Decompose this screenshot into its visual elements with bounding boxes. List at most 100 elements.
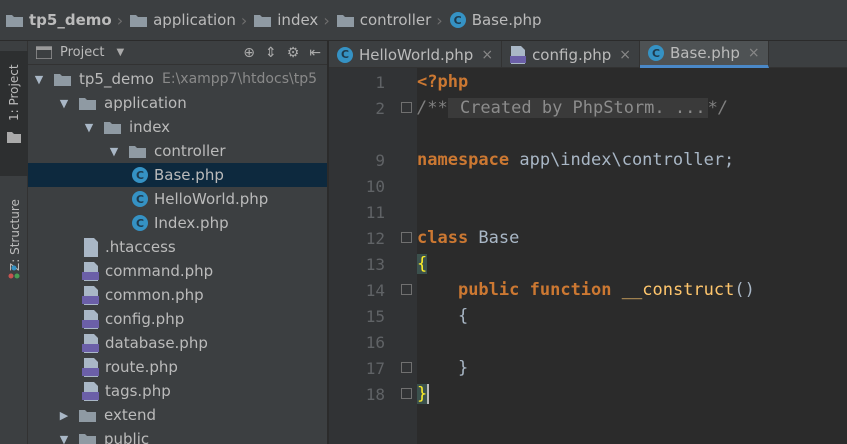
hide-panel-icon[interactable]: ⇤ [309, 45, 321, 61]
fold-collapse-icon[interactable] [401, 284, 412, 295]
tree-item[interactable]: C Index.php [28, 211, 327, 235]
code-editor[interactable]: <?php /** Created by PhpStorm. ... */ nam… [417, 68, 847, 444]
fold-end-icon[interactable] [401, 388, 412, 399]
php-class-icon: C [132, 215, 148, 231]
tree-item-label: HelloWorld.php [154, 190, 269, 208]
project-panel-header: Project ▼ ⊕ ⇕ ⚙ ⇤ [28, 41, 327, 65]
method-params: () [734, 280, 755, 300]
php-file-icon [510, 45, 527, 64]
doc-comment-open: /** [417, 98, 448, 118]
tree-item[interactable]: tags.php [28, 379, 327, 403]
namespace-keyword: namespace [417, 150, 510, 170]
tree-item-label: config.php [105, 310, 185, 328]
folder-icon [79, 97, 96, 110]
close-icon[interactable]: × [481, 47, 493, 63]
tree-item-label: controller [154, 142, 226, 160]
folder-icon [104, 121, 121, 134]
code-line-9: namespace app\index\controller; [417, 147, 734, 173]
line-number: 18 [365, 385, 385, 404]
breadcrumb-label: tp5_demo [29, 11, 112, 29]
php-class-icon: C [337, 46, 353, 63]
doc-comment-close: */ [707, 98, 729, 118]
tree-item-label: application [104, 94, 187, 112]
code-line-12: class Base [417, 225, 519, 251]
php-file-icon [82, 285, 99, 305]
class-keyword: class [417, 228, 469, 248]
breadcrumb-item-controller[interactable]: controller › [336, 0, 450, 41]
line-number: 2 [375, 99, 385, 118]
editor-tab-base[interactable]: C Base.php × [640, 41, 769, 68]
tree-item[interactable]: ▼ index [28, 115, 327, 139]
tab-label: Base.php [670, 44, 740, 62]
breadcrumb-item-project[interactable]: tp5_demo › [6, 0, 130, 41]
close-icon[interactable]: × [748, 45, 760, 61]
function-keyword: function [529, 280, 612, 300]
fold-expand-icon[interactable] [401, 102, 412, 113]
tree-item[interactable]: command.php [28, 259, 327, 283]
tree-item-label: .htaccess [105, 238, 176, 256]
breadcrumb-item-application[interactable]: application › [130, 0, 254, 41]
editor-gutter[interactable]: 1 2 9 10 11 12 13 14 15 16 17 18 [329, 68, 417, 444]
tool-tab-project[interactable]: 1: Project [0, 51, 28, 176]
tree-item[interactable]: ▼ tp5_demo E:\xampp7\htdocs\tp5 [28, 67, 327, 91]
class-name: Base [468, 228, 520, 248]
editor-tab-config[interactable]: config.php × [502, 41, 641, 68]
gear-icon[interactable]: ⚙ [287, 45, 300, 61]
fold-collapse-icon[interactable] [401, 232, 412, 243]
tree-item[interactable]: config.php [28, 307, 327, 331]
line-number: 16 [365, 333, 385, 352]
line-number: 13 [365, 255, 385, 274]
php-class-icon: C [132, 167, 148, 183]
line-number: 14 [365, 281, 385, 300]
php-class-icon: C [648, 45, 665, 61]
locate-icon[interactable]: ⊕ [243, 45, 255, 61]
breadcrumb-label: application [153, 11, 236, 29]
tool-tab-structure[interactable]: Z: Structure [0, 171, 28, 279]
folded-comment[interactable]: Created by PhpStorm. ... [447, 98, 708, 118]
breadcrumb-item-index[interactable]: index › [254, 0, 336, 41]
tree-item[interactable]: ▼ controller [28, 139, 327, 163]
line-number: 1 [375, 73, 385, 92]
method-name: __construct [621, 280, 735, 300]
expand-arrow-icon[interactable]: ▼ [32, 73, 46, 86]
folder-icon [7, 132, 21, 143]
chevron-right-icon: › [240, 10, 248, 30]
php-file-icon [82, 381, 99, 401]
tree-item[interactable]: common.php [28, 283, 327, 307]
breadcrumb-item-file[interactable]: C Base.php [449, 0, 542, 41]
expand-arrow-icon[interactable]: ▼ [57, 97, 71, 110]
php-open-tag: <?php [417, 72, 469, 92]
tree-item[interactable]: ▶ extend [28, 403, 327, 427]
file-icon [84, 237, 98, 257]
editor-tab-helloworld[interactable]: C HelloWorld.php × [329, 41, 503, 68]
fold-end-icon[interactable] [401, 362, 412, 373]
close-icon[interactable]: × [619, 47, 631, 63]
chevron-right-icon: › [323, 10, 330, 30]
tool-tab-label: 1: Project [7, 64, 21, 121]
tree-item[interactable]: C Base.php [28, 163, 327, 187]
tree-item-label: route.php [105, 358, 178, 376]
project-view-selector[interactable]: Project [60, 45, 104, 60]
editor-tab-bar: C HelloWorld.php × config.php × C Base.p… [329, 41, 847, 68]
collapse-all-icon[interactable]: ⇕ [265, 45, 277, 61]
tool-window-strip: 1: Project Z: Structure [0, 41, 28, 444]
tree-item[interactable]: database.php [28, 331, 327, 355]
expand-arrow-icon[interactable]: ▼ [57, 433, 71, 444]
collapse-arrow-icon[interactable]: ▶ [57, 409, 71, 422]
expand-arrow-icon[interactable]: ▼ [82, 121, 96, 134]
tab-label: config.php [532, 45, 612, 64]
php-file-icon [82, 333, 99, 353]
line-number: 15 [365, 307, 385, 326]
tree-item[interactable]: ▼ public [28, 427, 327, 444]
folder-icon [336, 14, 354, 27]
tree-item[interactable]: .htaccess [28, 235, 327, 259]
tree-item-label: tp5_demo [79, 70, 154, 88]
tree-item[interactable]: C HelloWorld.php [28, 187, 327, 211]
php-class-icon: C [449, 12, 466, 28]
tree-item[interactable]: ▼ application [28, 91, 327, 115]
code-line-1: <?php [417, 69, 468, 95]
expand-arrow-icon[interactable]: ▼ [107, 145, 121, 158]
chevron-down-icon[interactable]: ▼ [116, 47, 124, 58]
line-number: 9 [375, 151, 385, 170]
tree-item[interactable]: route.php [28, 355, 327, 379]
